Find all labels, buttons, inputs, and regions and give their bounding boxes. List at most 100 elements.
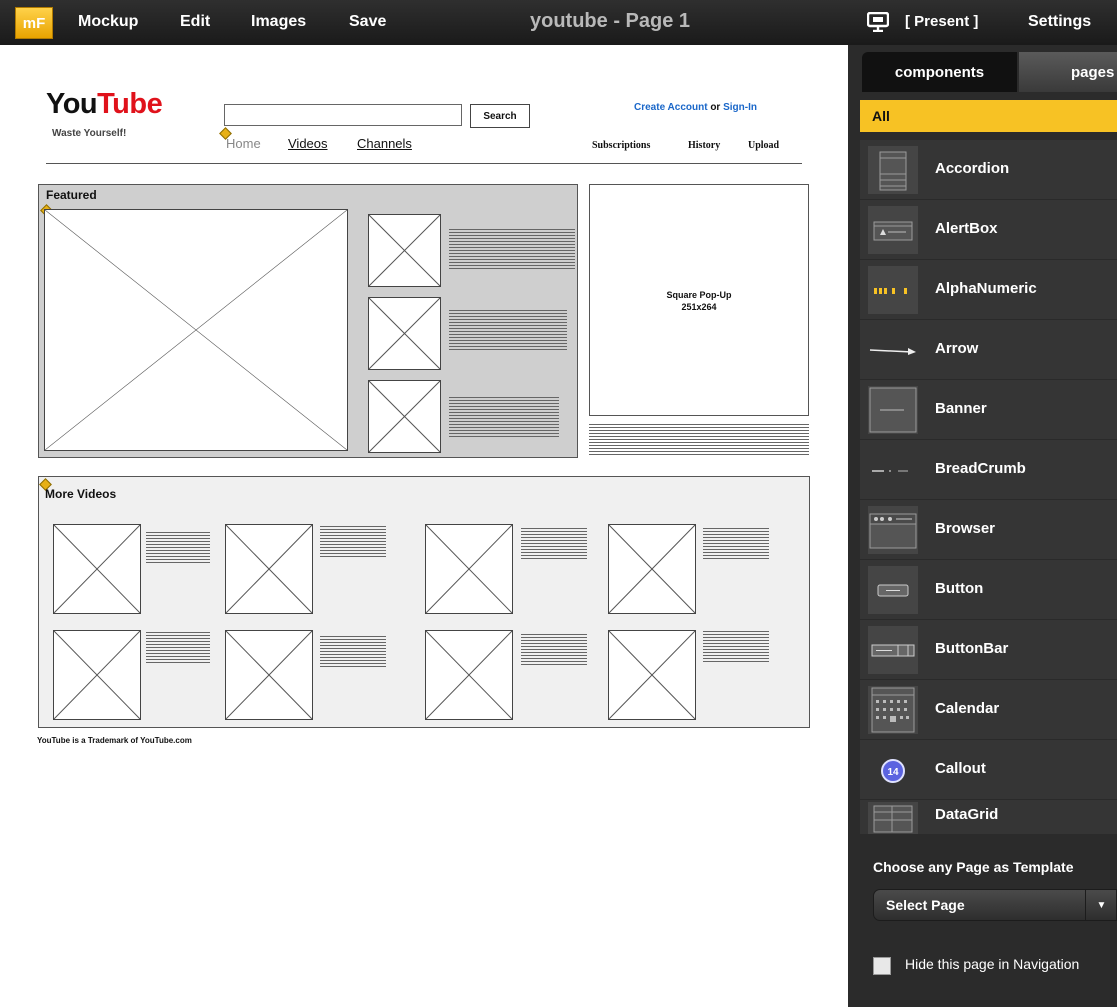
nav-subscriptions[interactable]: Subscriptions xyxy=(592,140,650,151)
menu-edit[interactable]: Edit xyxy=(180,13,210,31)
nav-channels[interactable]: Channels xyxy=(357,136,412,151)
text-lines-placeholder xyxy=(449,397,559,439)
component-label: AlertBox xyxy=(935,220,998,237)
component-banner[interactable]: Banner xyxy=(860,380,1117,440)
text-lines-placeholder xyxy=(320,636,386,669)
filter-all[interactable]: All xyxy=(860,100,1117,132)
text-lines-placeholder xyxy=(521,528,587,561)
buttonbar-icon xyxy=(871,644,915,657)
featured-thumb-3[interactable] xyxy=(368,380,441,453)
video-thumb[interactable] xyxy=(53,630,141,720)
component-label: ButtonBar xyxy=(935,640,1009,657)
image-placeholder-icon xyxy=(54,525,140,613)
tab-components[interactable]: components xyxy=(862,52,1017,92)
component-list[interactable]: Accordion AlertBox AlphaNumeric Arrow Ba… xyxy=(860,140,1117,834)
sign-in-link[interactable]: Sign-In xyxy=(723,102,757,113)
nav-upload[interactable]: Upload xyxy=(748,140,779,151)
component-label: AlphaNumeric xyxy=(935,280,1037,297)
square-popup-placeholder[interactable]: Square Pop-Up 251x264 xyxy=(589,184,809,416)
svg-text:14: 14 xyxy=(887,767,899,778)
video-thumb[interactable] xyxy=(608,524,696,614)
logo-you: You xyxy=(46,88,98,120)
featured-thumb-2[interactable] xyxy=(368,297,441,370)
video-thumb[interactable] xyxy=(425,630,513,720)
text-lines-placeholder xyxy=(589,424,809,457)
or-text: or xyxy=(707,102,724,113)
present-button[interactable]: [ Present ] xyxy=(905,13,978,30)
featured-thumb-1[interactable] xyxy=(368,214,441,287)
component-callout[interactable]: 14 Callout xyxy=(860,740,1117,800)
slogan: Waste Yourself! xyxy=(52,128,127,139)
datagrid-icon xyxy=(873,805,913,833)
search-button[interactable]: Search xyxy=(470,104,530,128)
image-placeholder-icon xyxy=(609,631,695,719)
account-links: Create Account or Sign-In xyxy=(634,102,757,113)
image-placeholder-icon xyxy=(609,525,695,613)
image-placeholder-icon xyxy=(45,210,347,450)
tab-pages[interactable]: pages xyxy=(1019,52,1117,92)
component-label: Accordion xyxy=(935,160,1010,177)
text-lines-placeholder xyxy=(521,634,587,667)
breadcrumb-icon xyxy=(872,470,908,472)
component-buttonbar[interactable]: ButtonBar xyxy=(860,620,1117,680)
component-arrow[interactable]: Arrow xyxy=(860,320,1117,380)
text-lines-placeholder xyxy=(449,310,567,352)
component-accordion[interactable]: Accordion xyxy=(860,140,1117,200)
component-label: Arrow xyxy=(935,340,979,357)
image-placeholder-icon xyxy=(54,631,140,719)
component-breadcrumb[interactable]: BreadCrumb xyxy=(860,440,1117,500)
video-thumb[interactable] xyxy=(425,524,513,614)
menu-save[interactable]: Save xyxy=(349,13,386,31)
app-logo[interactable]: mF xyxy=(15,7,53,39)
nav-history[interactable]: History xyxy=(688,140,720,151)
youtube-logo: YouTube xyxy=(46,88,163,121)
create-account-link[interactable]: Create Account xyxy=(634,102,708,113)
video-thumb[interactable] xyxy=(608,630,696,720)
component-label: Browser xyxy=(935,520,996,537)
featured-video-placeholder[interactable] xyxy=(44,209,348,451)
alertbox-icon xyxy=(873,221,913,241)
text-lines-placeholder xyxy=(146,632,210,665)
component-button[interactable]: Button xyxy=(860,560,1117,620)
component-calendar[interactable]: Calendar xyxy=(860,680,1117,740)
presentation-icon[interactable] xyxy=(867,12,889,32)
accordion-icon xyxy=(879,151,907,191)
menu-mockup[interactable]: Mockup xyxy=(78,13,138,31)
component-label: Banner xyxy=(935,400,987,417)
video-thumb[interactable] xyxy=(53,524,141,614)
button-icon xyxy=(877,584,909,597)
nav-videos[interactable]: Videos xyxy=(288,136,328,151)
alphanumeric-icon xyxy=(874,288,907,294)
nav-home[interactable]: Home xyxy=(226,136,261,151)
image-placeholder-icon xyxy=(369,215,440,286)
header-divider xyxy=(46,163,802,164)
hide-page-checkbox[interactable] xyxy=(873,957,891,975)
search-input[interactable] xyxy=(224,104,462,126)
image-placeholder-icon xyxy=(369,298,440,369)
video-thumb[interactable] xyxy=(225,524,313,614)
trademark-footer: YouTube is a Trademark of YouTube.com xyxy=(37,736,192,745)
video-thumb[interactable] xyxy=(225,630,313,720)
menu-images[interactable]: Images xyxy=(251,13,306,31)
popup-label: Square Pop-Up xyxy=(666,290,732,300)
hide-page-label: Hide this page in Navigation xyxy=(905,956,1080,972)
chevron-down-icon[interactable]: ▼ xyxy=(1085,889,1117,921)
settings-menu[interactable]: Settings xyxy=(1028,13,1091,31)
banner-icon xyxy=(869,387,917,433)
image-placeholder-icon xyxy=(426,631,512,719)
image-placeholder-icon xyxy=(226,525,312,613)
image-placeholder-icon xyxy=(426,525,512,613)
select-page-dropdown[interactable]: Select Page xyxy=(873,889,1117,921)
calendar-icon xyxy=(871,687,915,733)
component-datagrid[interactable]: DataGrid xyxy=(860,800,1117,834)
page-title: youtube - Page 1 xyxy=(529,10,691,32)
callout-icon: 14 xyxy=(881,759,905,783)
image-placeholder-icon xyxy=(369,381,440,452)
logo-tube: Tube xyxy=(97,88,163,120)
component-browser[interactable]: Browser xyxy=(860,500,1117,560)
top-toolbar: mF Mockup Edit Images Save youtube - Pag… xyxy=(0,0,1117,45)
arrow-icon xyxy=(869,348,916,355)
component-alertbox[interactable]: AlertBox xyxy=(860,200,1117,260)
component-alphanumeric[interactable]: AlphaNumeric xyxy=(860,260,1117,320)
text-lines-placeholder xyxy=(320,526,386,559)
